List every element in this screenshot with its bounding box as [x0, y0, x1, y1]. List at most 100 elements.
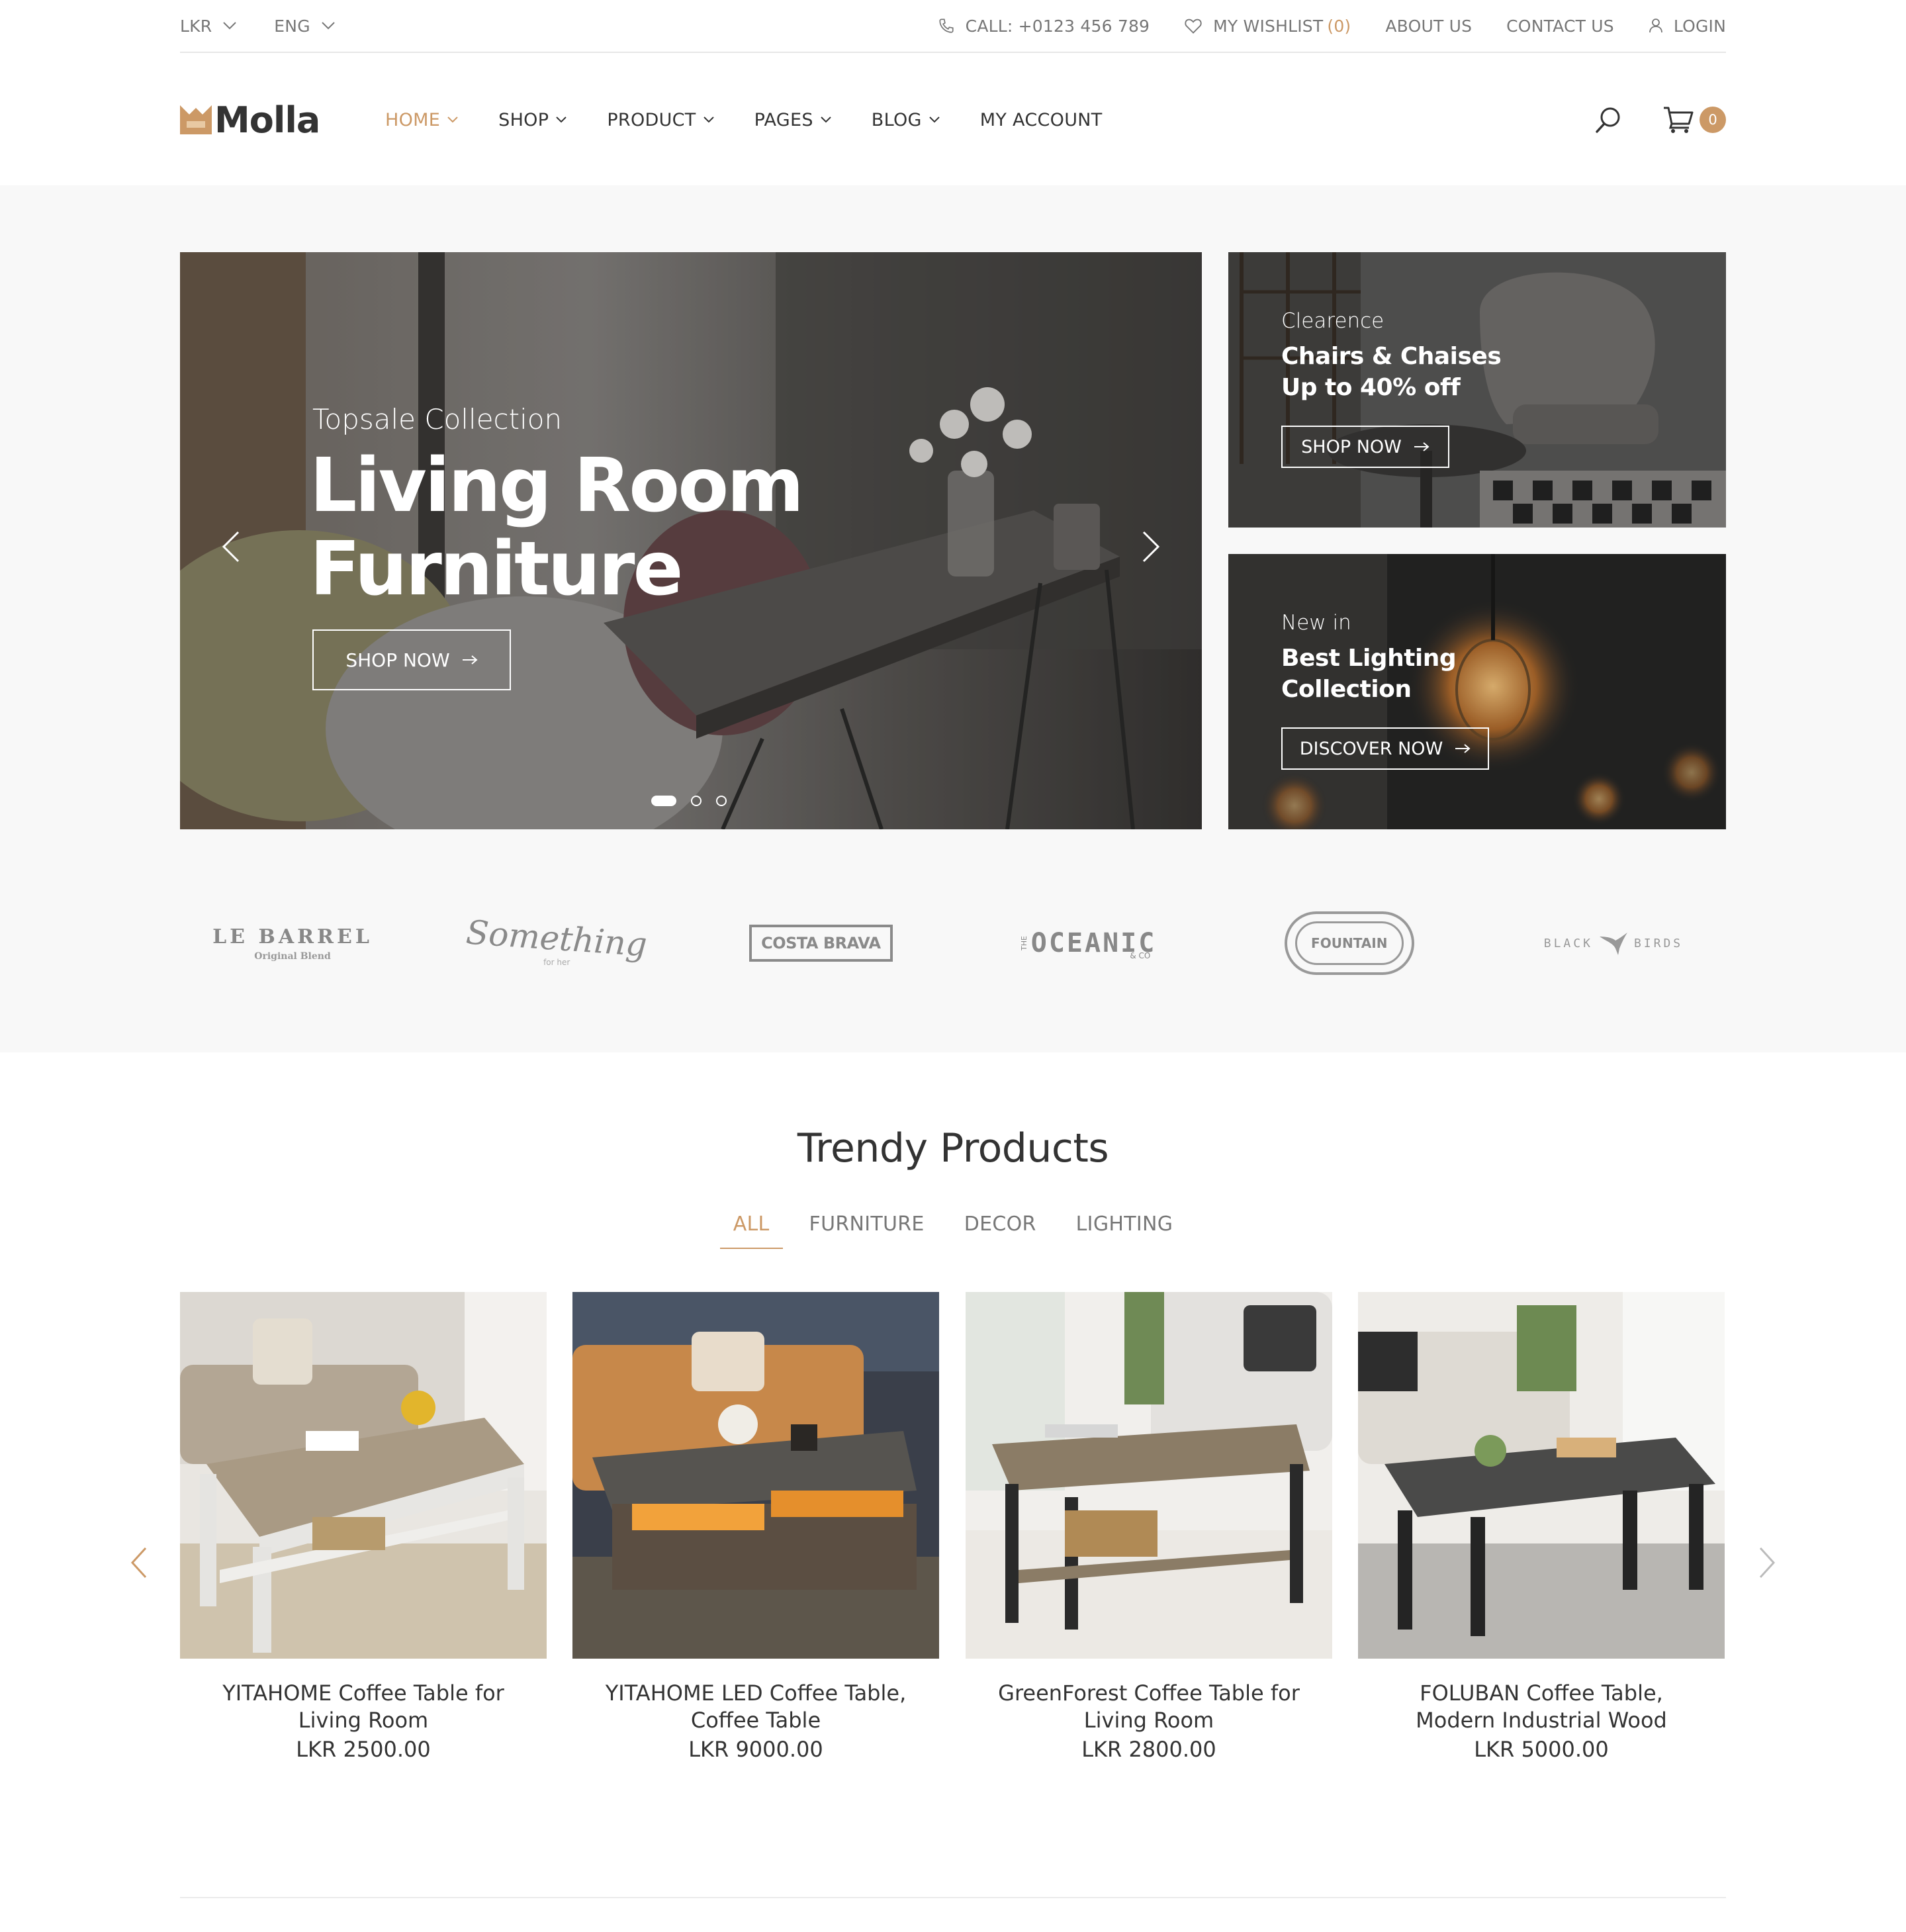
product-image[interactable] — [966, 1292, 1332, 1659]
brand-costa-brava-name: COSTA BRAVA — [749, 925, 893, 962]
wishlist-label: MY WISHLIST — [1213, 16, 1324, 36]
tab-all[interactable]: ALL — [719, 1213, 783, 1249]
cart-count-badge: 0 — [1700, 107, 1726, 133]
slider-dots — [651, 796, 727, 806]
product-card[interactable]: YITAHOME Coffee Table for Living Room LK… — [180, 1292, 547, 1762]
banner-lighting[interactable]: New in Best Lighting Collection DISCOVER… — [1228, 554, 1726, 829]
slider-dot-3[interactable] — [716, 796, 727, 806]
product-card[interactable]: FOLUBAN Coffee Table, Modern Industrial … — [1358, 1292, 1725, 1762]
brand-fountain[interactable]: FOUNTAIN — [1237, 903, 1462, 983]
slider-prev-arrow[interactable] — [221, 530, 241, 563]
currency-label: LKR — [180, 16, 212, 36]
brand-black-birds[interactable]: BLACK BIRDS — [1501, 903, 1726, 983]
nav-pages[interactable]: PAGES — [754, 110, 832, 130]
banner-chairs-button-label: SHOP NOW — [1301, 436, 1402, 457]
cart-icon — [1664, 107, 1694, 133]
about-label: ABOUT US — [1385, 16, 1473, 36]
cart-button[interactable]: 0 — [1662, 105, 1726, 134]
banner-chairs-title-line1: Chairs & Chaises — [1281, 343, 1502, 370]
wishlist-link[interactable]: MY WISHLIST (0) — [1184, 17, 1351, 36]
product-name[interactable]: GreenForest Coffee Table for Living Room — [966, 1680, 1332, 1734]
nav-product[interactable]: PRODUCT — [607, 110, 714, 130]
brand-oceanic[interactable]: THE OCEANIC & CO — [973, 903, 1198, 983]
chevron-down-icon — [447, 116, 458, 123]
banner-chairs[interactable]: Clearence Chairs & Chaises Up to 40% off… — [1228, 252, 1726, 528]
brand-something[interactable]: Something for her — [444, 903, 669, 983]
language-select[interactable]: ENG — [274, 17, 335, 36]
brand-logos: LE BARREL Original Blend Something for h… — [180, 903, 1726, 983]
hero-button-label: SHOP NOW — [345, 649, 450, 671]
product-card[interactable]: YITAHOME LED Coffee Table, Coffee Table … — [572, 1292, 939, 1762]
search-icon[interactable] — [1594, 105, 1623, 134]
product-image[interactable] — [572, 1292, 939, 1659]
slider-dot-2[interactable] — [691, 796, 702, 806]
banner-chairs-shop-now-button[interactable]: SHOP NOW — [1281, 426, 1449, 468]
arrow-right-icon — [462, 655, 478, 665]
logo-text: Molla — [214, 99, 320, 141]
product-image[interactable] — [1358, 1292, 1725, 1659]
nav-blog[interactable]: BLOG — [872, 110, 940, 130]
logo[interactable]: Molla — [180, 99, 379, 141]
product-4-photo — [1358, 1292, 1725, 1659]
currency-select[interactable]: LKR — [180, 17, 237, 36]
arrow-right-icon — [1414, 442, 1430, 451]
hero-title-line1: Living Room — [310, 443, 804, 529]
product-image[interactable] — [180, 1292, 547, 1659]
product-price: LKR 9000.00 — [688, 1737, 823, 1762]
nav-my-account-label: MY ACCOUNT — [979, 109, 1103, 130]
hero-title: Living Room Furniture — [310, 443, 804, 611]
product-card[interactable]: GreenForest Coffee Table for Living Room… — [966, 1292, 1332, 1762]
header-actions: 0 — [1594, 54, 1726, 185]
product-2-photo — [572, 1292, 939, 1659]
login-label: LOGIN — [1673, 16, 1726, 36]
product-name[interactable]: YITAHOME LED Coffee Table, Coffee Table — [572, 1680, 939, 1734]
hero-subtitle: Topsale Collection — [312, 403, 563, 436]
products-next-arrow[interactable] — [1758, 1546, 1776, 1579]
hero-slider[interactable]: Topsale Collection Living Room Furniture… — [180, 252, 1202, 829]
product-carousel: YITAHOME Coffee Table for Living Room LK… — [180, 1292, 1726, 1769]
arrow-right-icon — [1455, 744, 1471, 753]
brand-fountain-name: FOUNTAIN — [1311, 935, 1388, 951]
nav-pages-label: PAGES — [754, 109, 813, 130]
nav-my-account[interactable]: MY ACCOUNT — [980, 110, 1103, 130]
wishlist-count: (0) — [1327, 16, 1351, 36]
hero-shop-now-button[interactable]: SHOP NOW — [312, 629, 511, 690]
call-link[interactable]: CALL: +0123 456 789 — [938, 17, 1150, 36]
top-bar: LKR ENG CALL: +0123 456 789 MY WISHLIST … — [180, 0, 1726, 53]
brand-costa-brava[interactable]: COSTA BRAVA — [708, 903, 933, 983]
contact-link[interactable]: CONTACT US — [1506, 17, 1614, 36]
product-name[interactable]: FOLUBAN Coffee Table, Modern Industrial … — [1358, 1680, 1725, 1734]
slider-dot-1[interactable] — [651, 796, 676, 806]
tab-decor[interactable]: DECOR — [951, 1213, 1050, 1249]
section-divider — [180, 1897, 1726, 1898]
banner-chairs-title: Chairs & Chaises Up to 40% off — [1281, 341, 1502, 403]
banner-lighting-subtitle: New in — [1281, 611, 1351, 635]
banner-lighting-title-line1: Best Lighting — [1281, 645, 1457, 672]
products-prev-arrow[interactable] — [130, 1546, 148, 1579]
product-filter-tabs: ALL FURNITURE DECOR LIGHTING — [0, 1213, 1906, 1249]
brand-oceanic-suffix: & CO — [1130, 951, 1151, 960]
chevron-down-icon — [821, 116, 831, 123]
nav-shop[interactable]: SHOP — [498, 110, 567, 130]
login-link[interactable]: LOGIN — [1649, 17, 1726, 36]
tab-furniture[interactable]: FURNITURE — [796, 1213, 938, 1249]
slider-next-arrow[interactable] — [1141, 530, 1161, 563]
heart-icon — [1185, 19, 1202, 34]
banner-chairs-title-line2: Up to 40% off — [1281, 374, 1461, 401]
phone-icon — [939, 19, 954, 33]
banner-lighting-discover-button[interactable]: DISCOVER NOW — [1281, 727, 1489, 770]
brand-oceanic-prefix: THE — [1019, 936, 1028, 950]
brand-le-barrel[interactable]: LE BARREL Original Blend — [180, 903, 405, 983]
tab-lighting[interactable]: LIGHTING — [1063, 1213, 1187, 1249]
call-text: CALL: +0123 456 789 — [965, 16, 1150, 36]
brand-le-barrel-name: LE BARREL — [212, 925, 373, 948]
chevron-down-icon — [223, 22, 237, 30]
product-name[interactable]: YITAHOME Coffee Table for Living Room — [180, 1680, 547, 1734]
about-link[interactable]: ABOUT US — [1385, 17, 1472, 36]
bird-icon — [1599, 933, 1627, 955]
language-label: ENG — [274, 16, 310, 36]
logo-mark-icon — [180, 105, 212, 134]
trendy-products-title: Trendy Products — [797, 1125, 1109, 1172]
brand-black-birds-left: BLACK — [1543, 936, 1593, 950]
nav-home[interactable]: HOME — [385, 110, 459, 130]
